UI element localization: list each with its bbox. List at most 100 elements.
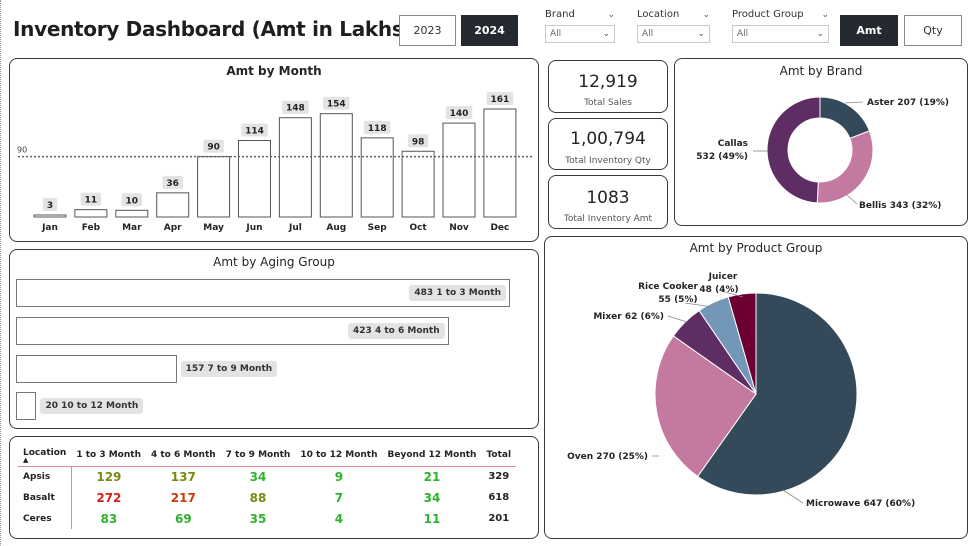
chevron-down-icon[interactable]: ⌄: [607, 10, 615, 20]
product-label-mixer: Mixer 62 (6%): [593, 312, 664, 322]
month-bar[interactable]: [156, 192, 190, 218]
month-bar[interactable]: [483, 108, 517, 218]
matrix-column-header[interactable]: Location ▲: [18, 445, 71, 466]
aging-bar-label: 20 10 to 12 Month: [40, 398, 144, 414]
month-axis-label: May: [203, 223, 224, 233]
table-row: Apsis 129 137 34 9 21 329: [18, 465, 517, 487]
aging-bar-label: 483 1 to 3 Month: [409, 285, 506, 301]
location-dropdown[interactable]: All ⌄: [637, 25, 710, 43]
leader-line: [782, 489, 804, 504]
year-2024-button[interactable]: 2024: [461, 15, 518, 46]
brand-slice-bellis[interactable]: [816, 130, 874, 204]
matrix-value-cell: 7: [334, 490, 344, 505]
amt-by-brand-chart: Aster 207 (19%) Bellis 343 (32%) Callas 532…: [696, 96, 949, 211]
brand-label-callas-name: Callas: [718, 139, 748, 149]
month-axis-label: Sep: [368, 223, 388, 233]
month-bar[interactable]: [238, 140, 271, 218]
matrix-value-cell: 69: [174, 511, 192, 526]
month-axis-label: Nov: [449, 223, 469, 233]
reference-line-label: 90: [17, 146, 27, 155]
brand-dropdown-value: All: [550, 29, 562, 39]
matrix-column-header[interactable]: 1 to 3 Month: [71, 445, 146, 466]
matrix-header-row: Location ▲ 1 to 3 Month 4 to 6 Month 7 to 9 …: [18, 445, 516, 466]
matrix-column-header[interactable]: 4 to 6 Month: [146, 445, 221, 466]
chevron-down-icon[interactable]: ⌄: [702, 10, 710, 20]
total-inventory-amt-label: Total Inventory Amt: [563, 214, 653, 224]
sort-ascending-icon[interactable]: ▲: [23, 456, 66, 463]
total-sales-card: 12,919 Total Sales: [548, 60, 668, 113]
product-label-juicer-value: 48 (4%): [699, 285, 738, 295]
location-slicer-label: Location: [637, 9, 680, 20]
matrix-column-header[interactable]: Total: [481, 445, 516, 466]
location-dropdown-value: All: [642, 29, 654, 39]
month-bar-value: 140: [450, 109, 469, 119]
product-label-oven: Oven 270 (25%): [567, 452, 648, 462]
matrix-value-cell: 9: [295, 465, 383, 487]
amt-by-brand-card: Amt by Brand Aster 207 (19%) Bellis 343 (…: [674, 58, 968, 226]
month-axis-label: Jul: [288, 223, 302, 233]
total-inventory-qty-label: Total Inventory Qty: [565, 156, 651, 166]
qty-toggle-button[interactable]: Qty: [904, 15, 962, 46]
product-group-dropdown-value: All: [737, 29, 749, 39]
matrix-column-header[interactable]: 7 to 9 Month: [221, 445, 296, 466]
amt-by-product-group-card: Amt by Product Group Microwave 647 (60%)…: [544, 236, 968, 539]
location-slicer[interactable]: Location ⌄ All ⌄: [637, 9, 710, 43]
month-axis-label: Mar: [122, 223, 142, 233]
month-bar[interactable]: [360, 137, 394, 218]
matrix-value-cell: 129: [71, 465, 146, 487]
aging-bar[interactable]: [16, 392, 37, 420]
month-bar-value: 36: [166, 179, 179, 189]
month-bar[interactable]: [74, 209, 108, 218]
matrix-column-header[interactable]: 10 to 12 Month: [295, 445, 382, 466]
brand-dropdown[interactable]: All ⌄: [545, 25, 615, 43]
month-bar[interactable]: [319, 113, 353, 218]
matrix-value-cell: 35: [249, 511, 267, 526]
amt-toggle-button[interactable]: Amt: [840, 15, 898, 46]
matrix-value-cell: 34: [423, 490, 441, 505]
month-bar-value: 11: [85, 196, 98, 206]
brand-label-bellis: Bellis 343 (32%): [859, 201, 941, 211]
aging-bar-label: 157 7 to 9 Month: [180, 361, 278, 377]
product-label-rice-cooker-name: Rice Cooker: [638, 282, 698, 292]
matrix-total-cell: 329: [481, 465, 517, 487]
month-bar[interactable]: [197, 156, 231, 218]
month-axis-label: Feb: [82, 223, 101, 233]
year-2023-button[interactable]: 2023: [399, 15, 456, 46]
month-bar[interactable]: [33, 214, 67, 218]
month-bar[interactable]: [278, 117, 312, 218]
month-bar-value: 114: [245, 127, 264, 137]
aging-bar[interactable]: [16, 355, 177, 383]
month-bar-value: 90: [207, 143, 220, 153]
month-bar-value: 161: [491, 95, 510, 105]
month-bar[interactable]: [115, 209, 149, 218]
chevron-down-icon: ⌄: [697, 29, 705, 39]
brand-slice-aster[interactable]: [819, 96, 871, 140]
month-axis-label: Jun: [245, 223, 262, 233]
chevron-down-icon[interactable]: ⌄: [821, 10, 829, 20]
brand-slicer[interactable]: Brand ⌄ All ⌄: [545, 9, 615, 43]
month-bar[interactable]: [401, 150, 435, 218]
product-label-microwave: Microwave 647 (60%): [806, 499, 915, 509]
matrix-location-cell: Basalt: [18, 487, 72, 508]
matrix-location-cell: Ceres: [18, 508, 72, 529]
table-row: Basalt 272 217 88 7 34 618: [18, 487, 516, 508]
product-group-slicer-label: Product Group: [732, 9, 804, 20]
month-bar-value: 148: [286, 104, 305, 114]
matrix-column-header[interactable]: Beyond 12 Month: [383, 445, 482, 466]
month-bar[interactable]: [442, 122, 476, 218]
product-group-slicer[interactable]: Product Group ⌄ All ⌄: [732, 9, 829, 43]
month-bar-value: 3: [47, 201, 53, 211]
total-inventory-amt-value: 1083: [586, 188, 630, 208]
page-title: Inventory Dashboard (Amt in Lakhs): [13, 17, 413, 41]
matrix-value-cell: 217: [170, 490, 196, 505]
table-row: Ceres 83 69 35 4 11 201: [18, 508, 516, 529]
brand-slice-callas[interactable]: [766, 96, 821, 204]
chevron-down-icon: ⌄: [602, 29, 610, 39]
product-group-dropdown[interactable]: All ⌄: [732, 25, 829, 43]
leader-line: [844, 101, 864, 104]
month-bar-value: 98: [412, 137, 425, 147]
amt-by-aging-group-card: Amt by Aging Group 483 1 to 3 Month 423 4…: [9, 249, 539, 429]
aging-matrix-table: Location ▲ 1 to 3 Month 4 to 6 Month 7 to 9 …: [18, 445, 517, 529]
chevron-down-icon: ⌄: [816, 29, 824, 39]
total-inventory-qty-card: 1,00,794 Total Inventory Qty: [548, 118, 668, 170]
